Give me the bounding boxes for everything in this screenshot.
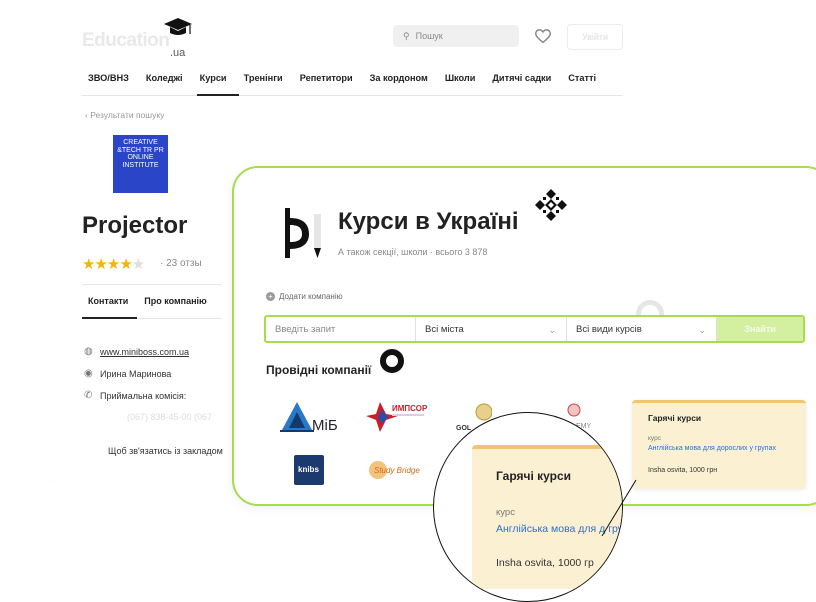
add-company-link[interactable]: + Додати компанію: [266, 292, 343, 301]
rating-stars: ★★★★★: [82, 256, 145, 273]
add-company-label: Додати компанію: [279, 292, 343, 301]
site-search-input[interactable]: ⚲ Пошук: [393, 25, 519, 47]
globe-icon: ◍: [84, 346, 93, 357]
course-type-label: курс: [648, 435, 661, 442]
company-logo-study-bridge[interactable]: Study Bridge: [368, 458, 430, 482]
contact-website: ◍ www.miniboss.com.ua: [84, 346, 189, 358]
nav-item[interactable]: Репетитори: [291, 73, 361, 83]
course-link[interactable]: Англійська мова для дорослих у групах: [648, 445, 788, 453]
chevron-down-icon: ⌄: [548, 325, 556, 335]
course-meta: Insha osvita, 1000 грн: [648, 467, 718, 474]
tab-active-underline: [82, 317, 137, 319]
phone-icon: ✆: [84, 390, 93, 401]
tab-about[interactable]: Про компанію: [144, 296, 206, 306]
main-nav: ЗВО/ВНЗ Коледжі Курси Тренінги Репетитор…: [88, 73, 605, 83]
graduation-cap-icon: [164, 18, 192, 35]
institution-logo: CREATIVE &TECH TR PR ONLINE INSTITUTE: [113, 135, 168, 193]
plus-icon: +: [266, 292, 275, 301]
leading-companies-heading: Провідні компанії: [266, 363, 372, 377]
company-logo-impsor[interactable]: ИМПСОР: [366, 400, 428, 434]
page-title: Projector: [82, 212, 188, 239]
company-name-mib: МіБ: [312, 417, 338, 434]
divider: [82, 284, 222, 285]
company-logo-mib[interactable]: [280, 400, 314, 434]
site-logo[interactable]: Education: [82, 30, 170, 52]
nav-item[interactable]: Тренінги: [235, 73, 291, 83]
site-logo-suffix: .ua: [170, 47, 186, 59]
course-search-bar: Введіть запит Всі міста ⌄ Всі види курсі…: [264, 315, 805, 343]
hot-courses-card[interactable]: Гарячі курси курс Англійська мова для до…: [632, 400, 806, 489]
nav-item[interactable]: За кордоном: [361, 73, 436, 83]
nav-item[interactable]: ЗВО/ВНЗ: [88, 73, 137, 83]
nav-item[interactable]: Школи: [436, 73, 484, 83]
company-logo-knibs[interactable]: knibs: [294, 455, 324, 485]
magnifier-pointer: [601, 479, 637, 537]
magnifier-callout: Гарячі курси курс Англійська мова для д …: [433, 412, 623, 602]
card-subtitle: А також секції, школи · всього 3 878: [338, 247, 488, 257]
contact-person: ◉ Ирина Маринова: [84, 368, 172, 380]
svg-text:Study Bridge: Study Bridge: [374, 466, 420, 475]
nav-item-active[interactable]: Курси: [191, 73, 235, 83]
query-input[interactable]: Введіть запит: [266, 317, 416, 341]
magnified-meta: Insha osvita, 1000 гр: [496, 557, 594, 569]
nav-divider: [82, 95, 622, 96]
user-icon: ◉: [84, 368, 93, 379]
commission-label: Приймальна комісія:: [100, 391, 187, 401]
city-select[interactable]: Всі міста ⌄: [416, 317, 567, 341]
contact-commission: ✆ Приймальна комісія:: [84, 390, 187, 402]
magnified-title: Гарячі курси: [496, 469, 572, 483]
login-button[interactable]: Увійти: [567, 24, 623, 50]
magnified-type: курс: [496, 507, 515, 518]
hot-courses-title: Гарячі курси: [648, 413, 702, 423]
course-type-value: Всі види курсів: [576, 323, 642, 335]
heart-icon[interactable]: [534, 27, 552, 45]
nav-active-underline: [197, 94, 239, 96]
city-select-value: Всі міста: [425, 323, 464, 335]
svg-text:ИМПСОР: ИМПСОР: [392, 404, 428, 413]
nav-item[interactable]: Коледжі: [137, 73, 191, 83]
search-submit-button[interactable]: Знайти: [717, 317, 803, 341]
tab-contacts[interactable]: Контакти: [88, 296, 128, 306]
ring-decoration: [380, 349, 404, 373]
contact-note: Щоб зв'язатись із закладом: [108, 446, 223, 456]
svg-text:knibs: knibs: [298, 465, 319, 474]
reviews-count[interactable]: · 23 отзы: [160, 258, 202, 269]
nav-item[interactable]: Статті: [560, 73, 605, 83]
phone-numbers[interactable]: (067) 838-45-00 (067: [127, 412, 212, 422]
search-icon: ⚲: [403, 30, 410, 41]
search-placeholder: Пошук: [415, 31, 443, 41]
card-title: Курси в Україні: [338, 208, 519, 235]
website-link[interactable]: www.miniboss.com.ua: [100, 347, 189, 357]
chevron-down-icon: ⌄: [698, 325, 706, 335]
breadcrumb[interactable]: ‹ Результати пошуку: [85, 110, 164, 120]
nav-item[interactable]: Дитячі садки: [484, 73, 560, 83]
profile-tabs: Контакти Про компанію: [88, 296, 207, 306]
course-type-select[interactable]: Всі види курсів ⌄: [567, 317, 717, 341]
brand-logo-icon: [285, 208, 321, 258]
ornament-icon: [535, 189, 567, 221]
contact-person-name: Ирина Маринова: [100, 369, 172, 379]
